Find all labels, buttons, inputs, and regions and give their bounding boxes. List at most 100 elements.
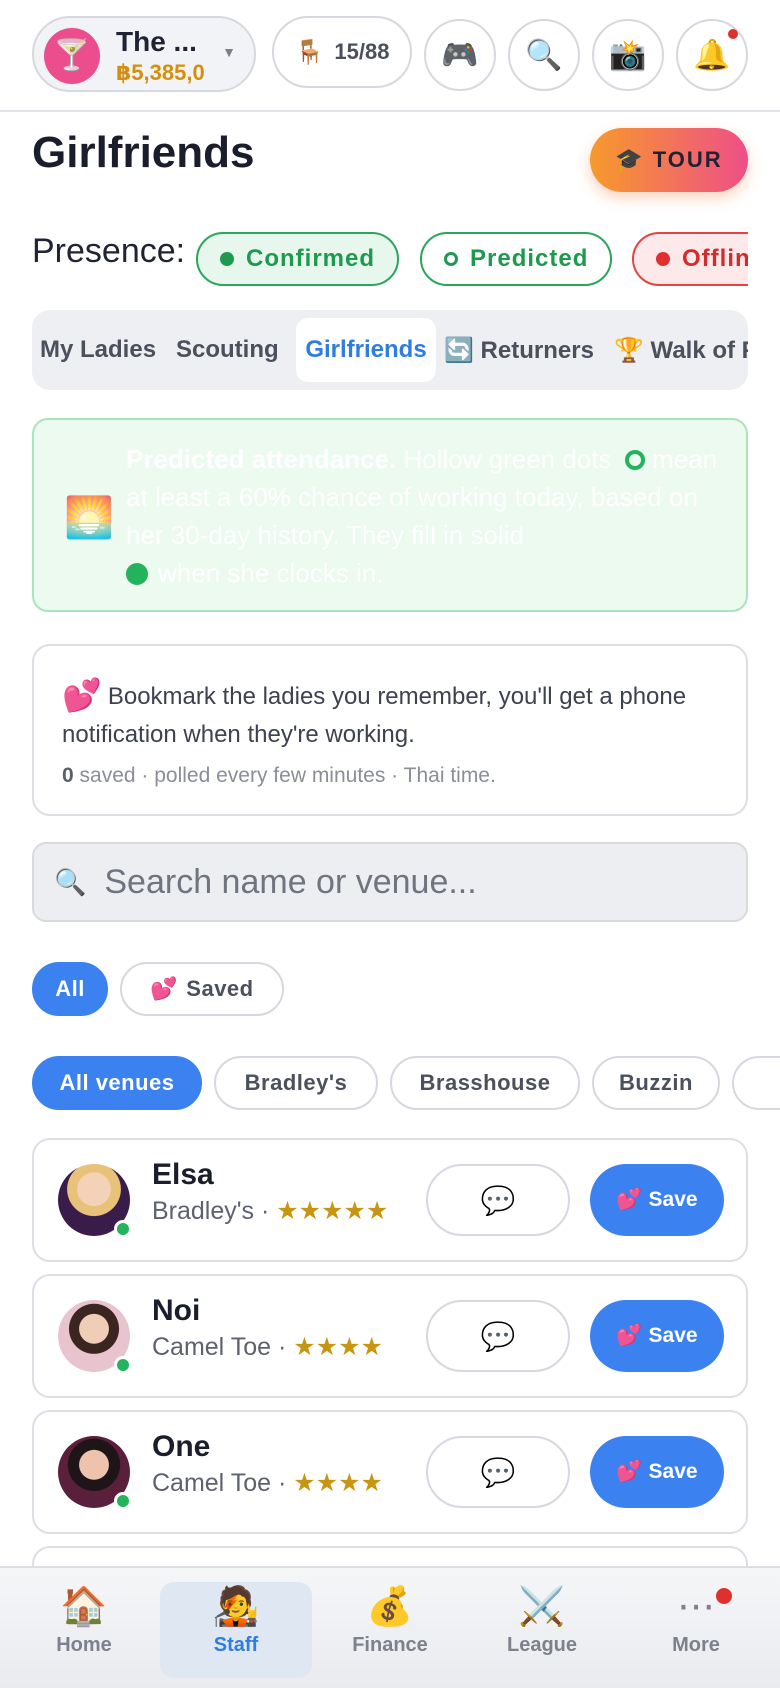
saved-count: 0	[62, 764, 74, 787]
save-label: Save	[648, 1460, 698, 1483]
venue-more[interactable]	[732, 1056, 780, 1110]
hearts-icon: 💕	[150, 976, 179, 1001]
chat-button[interactable]: 💬	[426, 1300, 570, 1372]
games-button[interactable]: 🎮	[424, 19, 496, 91]
nav-label: League	[506, 1634, 578, 1656]
nav-label: Finance	[352, 1634, 428, 1656]
save-button[interactable]: 💕 Save	[590, 1436, 724, 1508]
venue-buzzin[interactable]: Buzzin	[592, 1056, 720, 1110]
chair-icon: 🪑	[294, 38, 325, 66]
hearts-icon: 💕	[62, 677, 102, 713]
top-bar: 🍸 The ... ฿5,385,0 ▼ 🪑 15/88 🎮 🔍 📸 🔔	[0, 0, 780, 112]
star-rating: ★★★★	[293, 1469, 383, 1497]
nav-finance[interactable]: 💰 Finance	[314, 1582, 466, 1678]
presence-chip-label: Offline	[682, 245, 748, 272]
predicted-text-part: when she clocks in.	[158, 558, 384, 588]
avatar	[58, 1164, 132, 1238]
filter-all[interactable]: All	[32, 962, 108, 1016]
presence-chip-label: Confirmed	[246, 245, 375, 272]
presence-chip-offline[interactable]: Offline	[632, 232, 748, 286]
staff-venue: Camel Toe ·	[152, 1333, 294, 1361]
search-bar: 🔍	[32, 842, 748, 922]
nav-home[interactable]: 🏠 Home	[8, 1582, 160, 1678]
save-button[interactable]: 💕 Save	[590, 1300, 724, 1372]
hearts-icon: 💕	[616, 1188, 643, 1211]
search-button[interactable]: 🔍	[508, 19, 580, 91]
save-button[interactable]: 💕 Save	[590, 1164, 724, 1236]
notification-badge	[728, 29, 738, 39]
search-input[interactable]	[104, 862, 705, 902]
chat-button[interactable]: 💬	[426, 1164, 570, 1236]
camera-button[interactable]: 📸	[592, 19, 664, 91]
venue-all[interactable]: All venues	[32, 1056, 202, 1110]
predicted-attendance-heading: Predicted attendance.	[126, 444, 397, 474]
tab-returners[interactable]: 🔄 Returners	[444, 318, 594, 382]
tour-button[interactable]: 🎓 TOUR	[590, 128, 748, 192]
online-dot-icon	[114, 1492, 132, 1510]
save-label: Save	[648, 1188, 698, 1211]
house-icon: 🏠	[60, 1586, 108, 1628]
venue-bradleys[interactable]: Bradley's	[214, 1056, 378, 1110]
club-selector[interactable]: 🍸 The ... ฿5,385,0 ▼	[32, 16, 256, 92]
page-title: Girlfriends	[32, 128, 255, 177]
hearts-icon: 💕	[616, 1460, 643, 1483]
club-name: The ...	[116, 26, 197, 57]
predicted-text-part: Hollow green dots	[403, 444, 612, 474]
bookmark-info: 💕 Bookmark the ladies you remember, you'l…	[32, 644, 748, 816]
person-icon: 🧑‍🎤	[212, 1586, 260, 1628]
venue-brasshouse[interactable]: Brasshouse	[390, 1056, 580, 1110]
chevron-down-icon: ▼	[222, 44, 236, 60]
tab-my-ladies[interactable]: My Ladies	[40, 318, 156, 382]
bottom-nav: 🏠 Home 🧑‍🎤 Staff 💰 Finance ⚔️ League ⋯ M…	[0, 1566, 780, 1688]
graduation-cap-icon: 🎓	[615, 147, 645, 172]
nav-label: Home	[56, 1634, 112, 1656]
staff-name: One	[152, 1430, 211, 1463]
notification-badge	[716, 1588, 732, 1604]
bookmark-description: Bookmark the ladies you remember, you'll…	[62, 683, 687, 748]
hollow-dot-icon	[624, 450, 645, 470]
presence-chip-predicted[interactable]: Predicted	[420, 232, 613, 286]
nav-league[interactable]: ⚔️ League	[466, 1582, 618, 1678]
presence-chip-confirmed[interactable]: Confirmed	[196, 232, 399, 286]
nav-label: More	[672, 1634, 720, 1656]
star-rating: ★★★★	[293, 1333, 383, 1361]
crossed-swords-icon: ⚔️	[518, 1586, 566, 1628]
presence-label: Presence:	[32, 232, 186, 270]
staff-venue: Bradley's ·	[152, 1197, 277, 1225]
sunrise-icon: 🌅	[64, 496, 114, 540]
bookmark-meta: 0 saved · polled every few minutes · Tha…	[62, 764, 496, 788]
chat-button[interactable]: 💬	[426, 1436, 570, 1508]
notifications-button[interactable]: 🔔	[676, 19, 748, 91]
staff-name: Elsa	[152, 1158, 214, 1191]
star-rating: ★★★★★	[276, 1197, 389, 1225]
presence-chip-label: Predicted	[470, 245, 589, 272]
staff-card[interactable]: One Camel Toe · ★★★★ 💬 💕 Save	[32, 1410, 748, 1534]
nav-more[interactable]: ⋯ More	[620, 1582, 772, 1678]
staff-card[interactable]: Elsa Bradley's · ★★★★★ 💬 💕 Save	[32, 1138, 748, 1262]
money-bag-icon: 💰	[366, 1586, 414, 1628]
tab-walk-of-fame[interactable]: 🏆 Walk of Fame	[614, 318, 748, 382]
online-dot-icon	[114, 1356, 132, 1374]
gamepad-icon: 🎮	[441, 38, 479, 72]
staff-venue-rating: Bradley's · ★★★★★	[152, 1196, 408, 1226]
filter-saved-label: Saved	[186, 976, 254, 1001]
staff-venue-rating: Camel Toe · ★★★★	[152, 1332, 402, 1362]
speech-bubble-icon: 💬	[480, 1320, 516, 1352]
nav-label: Staff	[213, 1634, 259, 1656]
predicted-attendance-text: Predicted attendance. Hollow green dots …	[126, 440, 726, 592]
tab-girlfriends[interactable]: Girlfriends	[296, 318, 436, 382]
nav-staff[interactable]: 🧑‍🎤 Staff	[160, 1582, 312, 1678]
solid-dot-icon	[220, 252, 234, 266]
presence-legend: Confirmed Predicted Offline	[196, 232, 748, 288]
tab-scouting[interactable]: Scouting	[176, 318, 279, 382]
staff-venue: Camel Toe ·	[152, 1469, 294, 1497]
avatar	[58, 1300, 132, 1374]
save-label: Save	[648, 1324, 698, 1347]
filter-saved[interactable]: 💕 Saved	[120, 962, 284, 1016]
predicted-attendance-info: 🌅 Predicted attendance. Hollow green dot…	[32, 418, 748, 612]
seat-count: 15/88	[334, 39, 390, 64]
seat-counter[interactable]: 🪑 15/88	[272, 16, 412, 88]
staff-card[interactable]: Noi Camel Toe · ★★★★ 💬 💕 Save	[32, 1274, 748, 1398]
avatar	[58, 1436, 132, 1510]
search-icon: 🔍	[54, 866, 87, 897]
